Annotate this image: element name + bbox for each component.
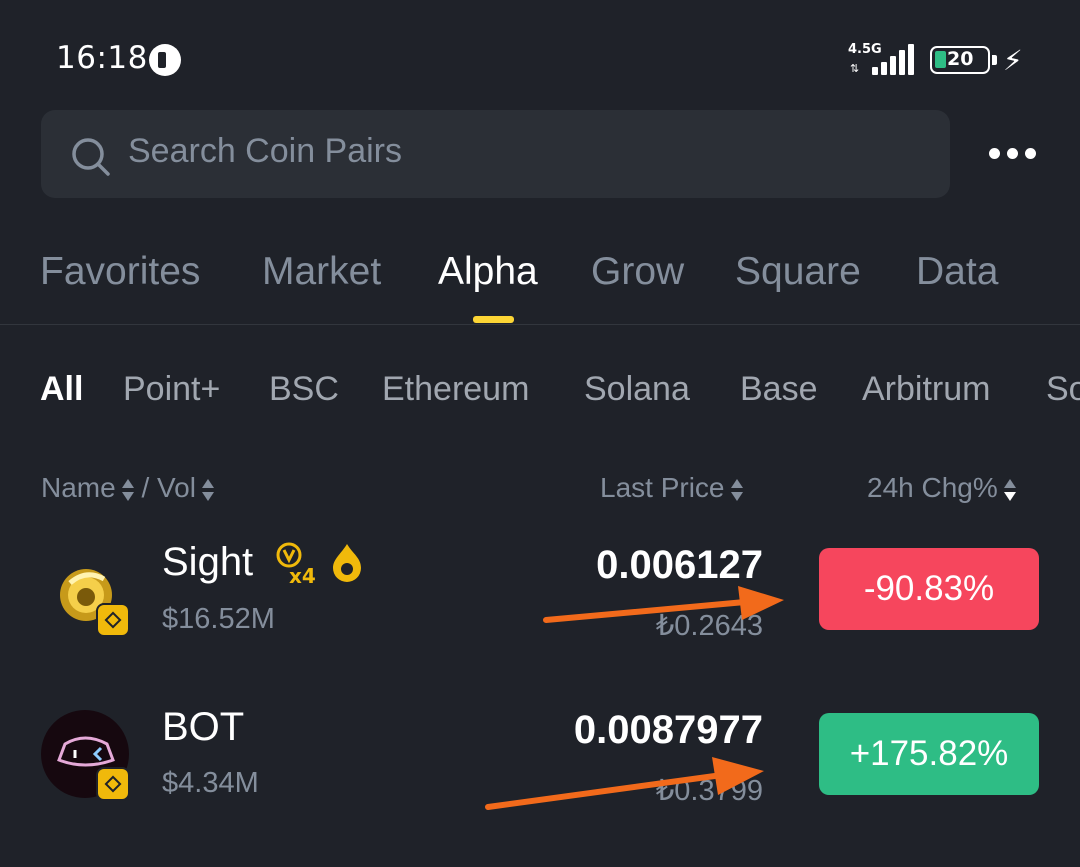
sort-by-name[interactable]: Name / Vol: [41, 472, 214, 504]
coin-name: BOT: [162, 705, 245, 749]
notification-app-icon: [149, 44, 181, 76]
search-input[interactable]: Search Coin Pairs: [41, 110, 950, 198]
annotation-arrow: [543, 586, 784, 623]
active-tab-indicator: [473, 316, 514, 323]
battery-icon: 20: [930, 46, 990, 74]
tab-favorites[interactable]: Favorites: [40, 250, 200, 294]
battery-level: [935, 51, 946, 68]
change-badge[interactable]: -90.83%: [819, 548, 1039, 630]
chain-filter-overflow[interactable]: So: [1046, 370, 1080, 409]
tab-data[interactable]: Data: [916, 250, 998, 294]
points-multiplier: x4: [289, 564, 316, 588]
coin-volume: $16.52M: [162, 603, 275, 635]
tab-square[interactable]: Square: [735, 250, 861, 294]
chain-filter-arbitrum[interactable]: Arbitrum: [862, 370, 990, 409]
chain-filter-ethereum[interactable]: Ethereum: [382, 370, 529, 409]
coin-name: Sight: [162, 540, 254, 584]
coin-volume: $4.34M: [162, 767, 259, 799]
bnb-chain-badge: [96, 603, 130, 637]
annotation-arrow: [485, 757, 764, 810]
header-vol-label: / Vol: [141, 472, 196, 503]
chain-filter-point-plus[interactable]: Point+: [123, 370, 220, 409]
sort-desc-icon: [1003, 477, 1016, 503]
signal-strength-icon: [868, 44, 916, 75]
chain-filter-bsc[interactable]: BSC: [269, 370, 339, 409]
sort-icon: [201, 477, 214, 503]
tab-market[interactable]: Market: [262, 250, 381, 294]
sort-icon: [121, 477, 134, 503]
search-placeholder: Search Coin Pairs: [128, 132, 403, 170]
status-time: 16:18: [56, 40, 148, 76]
tab-grow[interactable]: Grow: [591, 250, 684, 294]
chain-filter-solana[interactable]: Solana: [584, 370, 690, 409]
battery-percentage: 20: [947, 48, 974, 70]
header-change-label: 24h Chg%: [867, 472, 998, 503]
change-badge[interactable]: +175.82%: [819, 713, 1039, 795]
last-price: 0.0087977: [573, 708, 763, 752]
data-activity-icon: ⇅: [850, 62, 860, 75]
more-options-icon[interactable]: [985, 148, 1041, 160]
sort-by-change[interactable]: 24h Chg%: [867, 472, 1016, 504]
chain-filter-base[interactable]: Base: [740, 370, 818, 409]
hot-flame-icon: [333, 544, 361, 582]
tabs-divider: [0, 324, 1080, 325]
sort-icon: [730, 477, 743, 503]
header-name-label: Name: [41, 472, 116, 503]
charging-icon: ⚡: [1003, 44, 1023, 77]
chain-filter-all[interactable]: All: [40, 370, 83, 409]
search-icon: [72, 138, 110, 176]
battery-tip: [992, 55, 997, 65]
header-price-label: Last Price: [600, 472, 725, 503]
tab-alpha[interactable]: Alpha: [438, 250, 538, 294]
sort-by-last-price[interactable]: Last Price: [600, 472, 743, 504]
bnb-chain-badge: [96, 767, 130, 801]
